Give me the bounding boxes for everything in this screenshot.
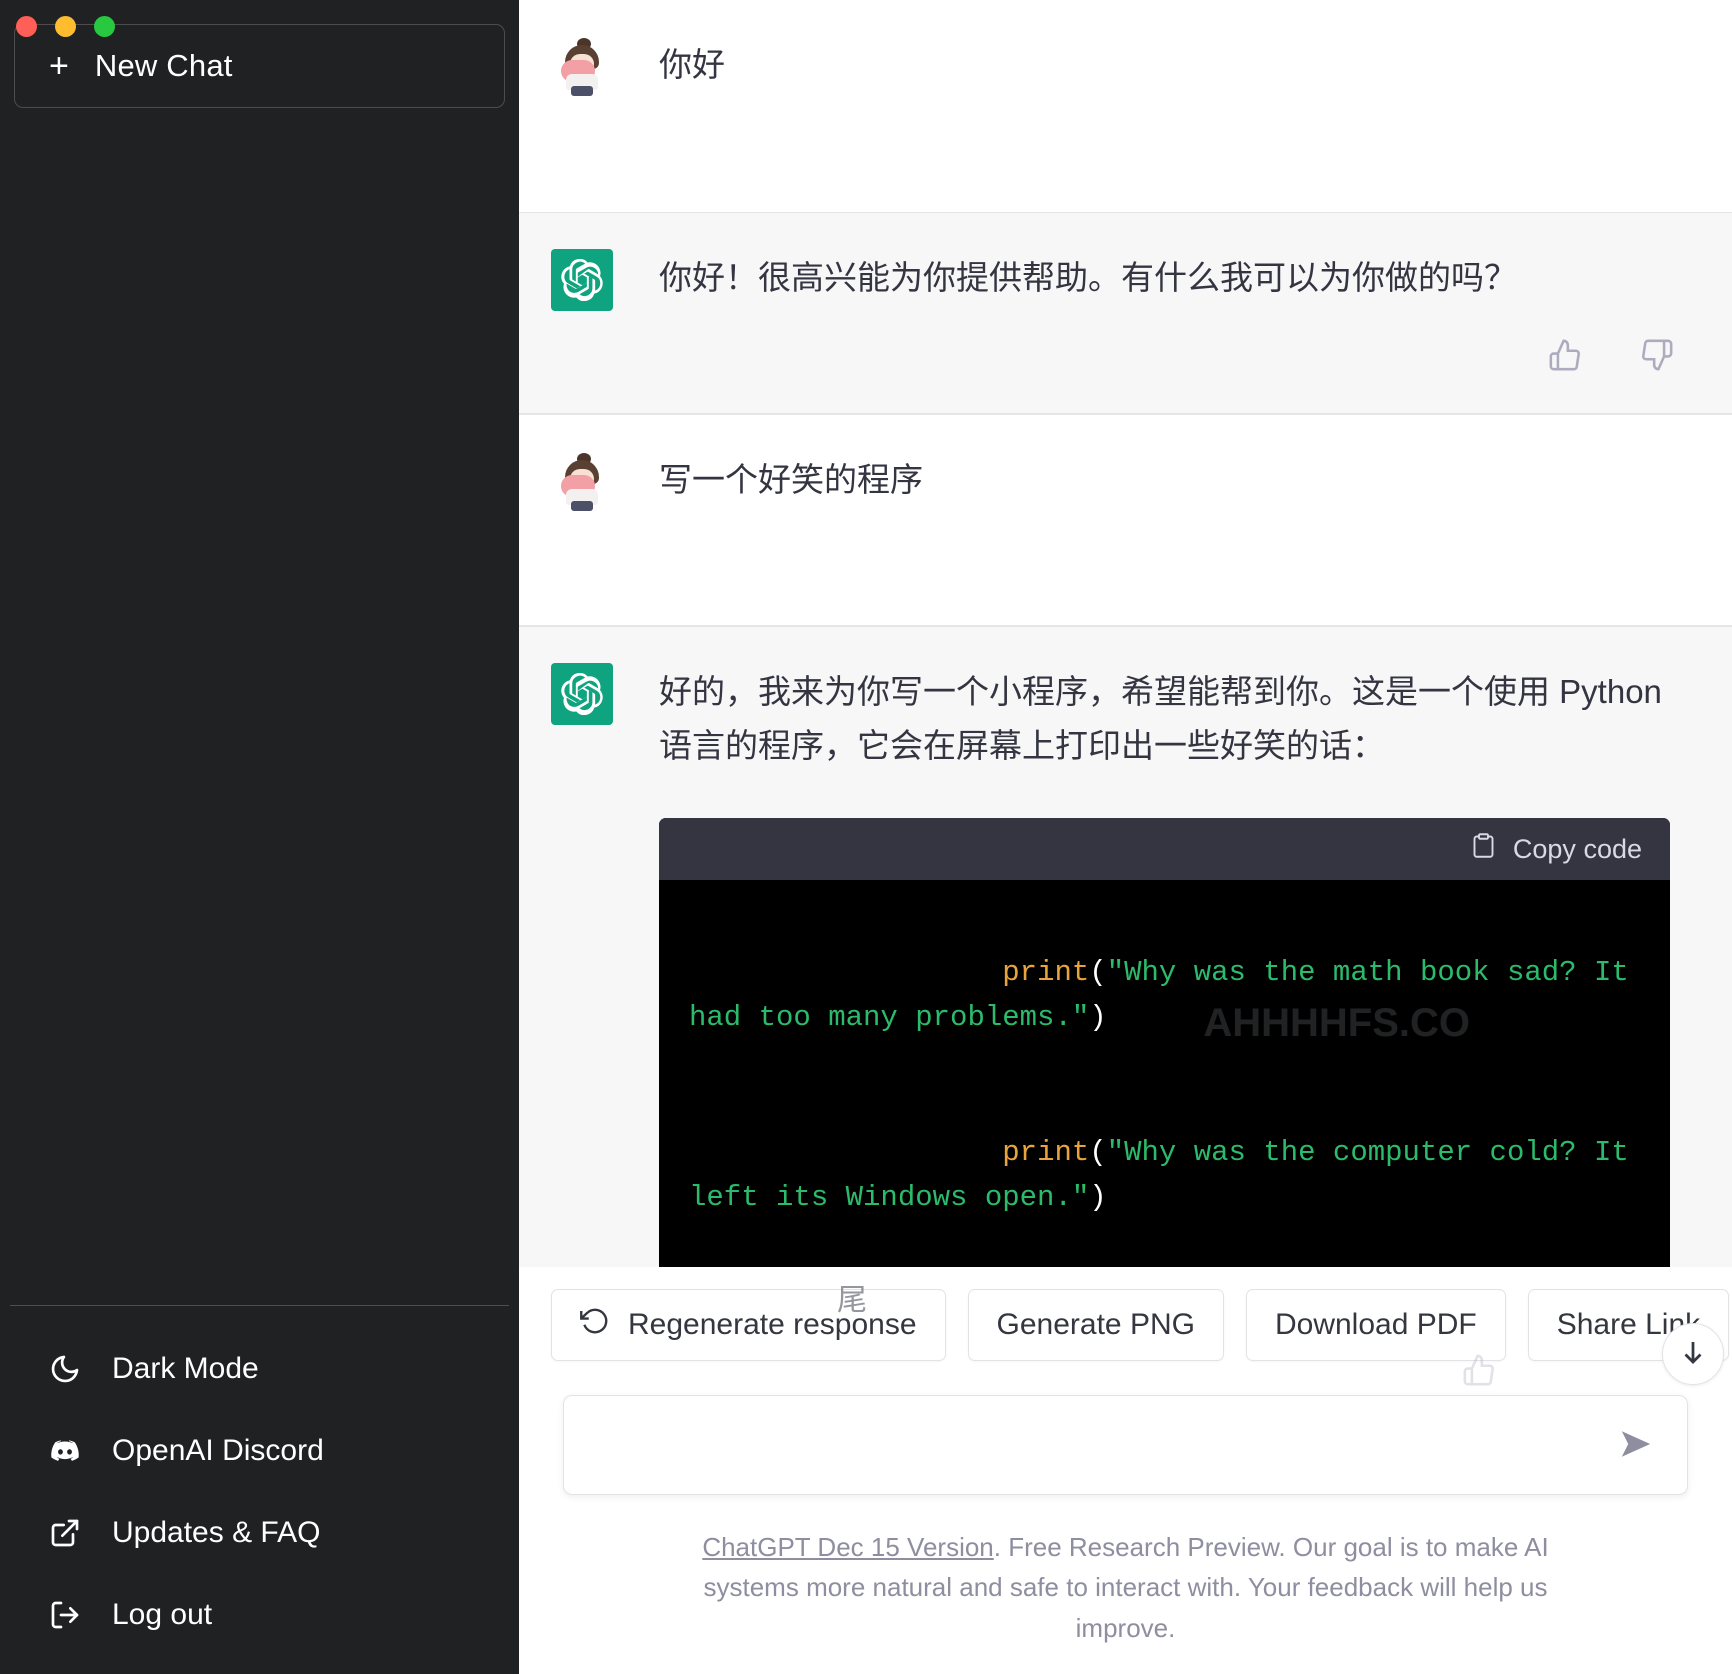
main-panel: 你好 你好！很高兴能为你提供帮助。有什么我可以为你做的吗？ [519,0,1732,1674]
logout-icon [48,1598,82,1632]
sidebar-item-label: OpenAI Discord [112,1434,324,1468]
code-content[interactable]: print("Why was the math book sad? It had… [659,880,1670,1267]
code-block: Copy code print("Why was the math book s… [659,818,1670,1267]
composer[interactable] [563,1395,1688,1495]
sidebar-spacer [10,108,509,1305]
chatgpt-logo [551,249,613,311]
code-token-paren: ) [1089,1181,1106,1214]
send-icon [1619,1427,1653,1464]
feedback-buttons [659,338,1692,377]
external-link-icon [48,1516,82,1550]
message-input[interactable] [594,1427,1611,1463]
code-block-header: Copy code [659,818,1670,880]
sidebar-item-label: Updates & FAQ [112,1516,320,1550]
sidebar-item-label: Log out [112,1598,212,1632]
generate-png-button[interactable]: Generate PNG [968,1289,1224,1361]
download-pdf-label: Download PDF [1275,1308,1477,1342]
code-token-string: "Why was the math book sad? It had too m… [689,956,1646,1034]
message-text: 你好！很高兴能为你提供帮助。有什么我可以为你做的吗？ [659,251,1692,304]
chat-message-user: 你好 [519,0,1732,212]
sidebar-bottom-menu: Dark Mode OpenAI Discord Updates & FAQ L… [10,1305,509,1656]
zoom-window-button[interactable] [94,16,115,37]
message-text: 写一个好笑的程序 [659,453,1692,506]
regenerate-response-label: Regenerate response [628,1308,917,1342]
message-text: 好的，我来为你写一个小程序，希望能帮到你。这是一个使用 Python 语言的程序… [659,665,1692,772]
code-token-function: print [1002,1136,1089,1169]
copy-code-button[interactable]: Copy code [1470,832,1642,866]
chat-message-assistant: 你好！很高兴能为你提供帮助。有什么我可以为你做的吗？ [519,212,1732,414]
sidebar: + New Chat Dark Mode OpenAI Discord [0,0,519,1674]
sidebar-item-openai-discord[interactable]: OpenAI Discord [10,1410,509,1492]
minimize-window-button[interactable] [55,16,76,37]
plus-icon: + [49,49,69,83]
chatgpt-logo [551,663,613,725]
code-token-function: print [1002,956,1089,989]
generate-png-label: Generate PNG [997,1308,1195,1342]
sidebar-item-label: Dark Mode [112,1352,259,1386]
close-window-button[interactable] [16,16,37,37]
thumbs-up-icon[interactable] [1548,338,1582,377]
code-token-paren: ( [1089,956,1106,989]
clipboard-icon [1470,832,1497,866]
composer-area [519,1361,1732,1495]
code-line: print("Why was the math book sad? It had… [689,906,1640,1086]
version-link[interactable]: ChatGPT Dec 15 Version [702,1532,993,1562]
scroll-to-bottom-button[interactable] [1662,1323,1724,1385]
refresh-icon [580,1306,610,1344]
discord-icon [48,1434,82,1468]
sidebar-item-updates-faq[interactable]: Updates & FAQ [10,1492,509,1574]
chatgpt-app: + New Chat Dark Mode OpenAI Discord [0,0,1732,1674]
new-chat-label: New Chat [95,48,233,84]
send-button[interactable] [1611,1419,1661,1472]
window-traffic-lights [16,16,115,37]
code-token-string: "Why was the computer cold? It left its … [689,1136,1646,1214]
footer-disclaimer: ChatGPT Dec 15 Version. Free Research Pr… [519,1495,1732,1674]
download-pdf-button[interactable]: Download PDF [1246,1289,1506,1361]
regenerate-response-button[interactable]: Regenerate response [551,1289,946,1361]
action-button-row: 尾 Regenerate response Generate PNG Downl… [519,1267,1732,1361]
code-token-paren: ) [1089,1001,1106,1034]
user-avatar [551,451,613,513]
arrow-down-icon [1678,1337,1708,1372]
sidebar-item-dark-mode[interactable]: Dark Mode [10,1328,509,1410]
message-text: 你好 [659,38,1692,91]
code-token-paren: ( [1089,1136,1106,1169]
user-avatar [551,36,613,98]
code-line: print("Why was the computer cold? It lef… [689,1086,1640,1266]
moon-icon [48,1352,82,1386]
chat-message-assistant: 好的，我来为你写一个小程序，希望能帮到你。这是一个使用 Python 语言的程序… [519,626,1732,1267]
thumbs-down-icon[interactable] [1640,338,1674,377]
copy-code-label: Copy code [1513,834,1642,865]
sidebar-item-log-out[interactable]: Log out [10,1574,509,1656]
chat-message-user: 写一个好笑的程序 [519,414,1732,626]
chat-thread: 你好 你好！很高兴能为你提供帮助。有什么我可以为你做的吗？ [519,0,1732,1267]
